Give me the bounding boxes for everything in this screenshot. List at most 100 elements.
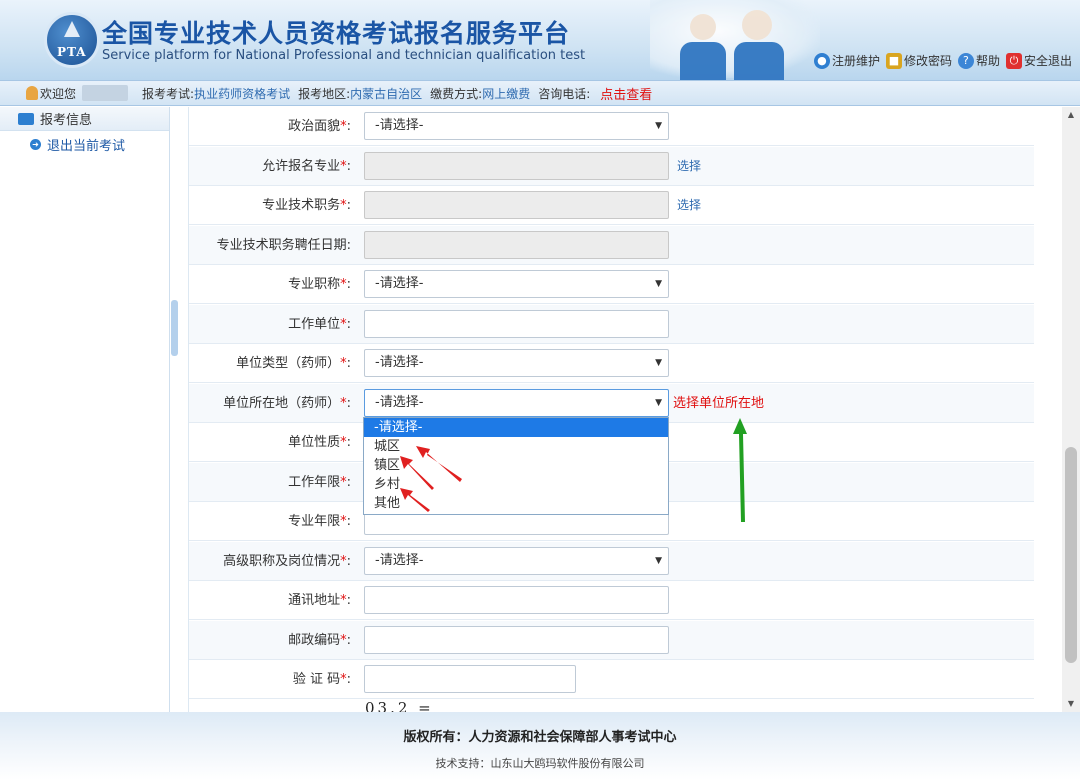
pay-value: 网上缴费 — [482, 86, 531, 101]
link-label: 修改密码 — [903, 54, 952, 68]
form-row: 邮政编码*: — [189, 620, 1034, 660]
field-label: 政治面貌*: — [288, 119, 351, 134]
copyright-text: 版权所有：人力资源和社会保障部人事考试中心 — [403, 730, 677, 745]
region-label: 报考地区: — [298, 86, 351, 101]
change-password-link[interactable]: ■ 修改密码 — [885, 52, 952, 69]
logo-triangle-icon — [64, 21, 80, 37]
phone-view-link[interactable]: 点击查看 — [600, 84, 652, 103]
sidebar-item-label: 报考信息 — [40, 113, 93, 128]
select-value: -请选择- — [375, 355, 424, 370]
scroll-down-arrow-icon[interactable]: ▼ — [1062, 696, 1080, 712]
dropdown-arrow-icon: ▼ — [655, 121, 662, 131]
select-value: -请选择- — [375, 394, 424, 410]
tech-support-text: 技术支持：山东山大鸥玛软件股份有限公司 — [435, 757, 645, 770]
top-links: ● 注册维护 ■ 修改密码 ? 帮助 ⏻ 安全退出 — [813, 52, 1072, 69]
form-row: 验 证 码*: 03.2 = — [189, 660, 1034, 712]
globe-icon: ● — [813, 52, 830, 69]
dropdown-option[interactable]: 其他 — [364, 494, 668, 513]
form-row: 允许报名专业*: 选择 — [189, 146, 1034, 186]
welcome-text: 欢迎您 — [40, 86, 77, 101]
scrollbar-thumb[interactable] — [1065, 447, 1077, 663]
dropdown-option[interactable]: -请选择- — [364, 418, 668, 437]
region-value: 内蒙古自治区 — [350, 86, 423, 101]
select-field[interactable]: -请选择- ▼ — [364, 349, 669, 377]
field-label: 工作单位*: — [288, 316, 351, 332]
user-icon — [26, 86, 38, 100]
field-label: 单位类型（药师）*: — [236, 356, 351, 371]
info-bar: 欢迎您 报考考试: 执业药师资格考试 报考地区: 内蒙古自治区 缴费方式: 网上… — [0, 80, 1080, 106]
form-row: 专业职称*: -请选择- ▼ — [189, 265, 1034, 304]
banner-person — [690, 14, 716, 40]
dropdown-arrow-icon: ▼ — [655, 555, 662, 566]
username-redacted — [82, 85, 129, 101]
form-row: 政治面貌*: -请选择- ▼ — [189, 107, 1034, 146]
disabled-field — [364, 191, 669, 219]
select-field[interactable]: -请选择- ▼ — [364, 270, 669, 298]
footer: 版权所有：人力资源和社会保障部人事考试中心 技术支持：山东山大鸥玛软件股份有限公… — [0, 712, 1080, 780]
phone-label: 咨询电话: — [538, 86, 591, 101]
lock-icon: ■ — [885, 52, 902, 69]
dropdown-arrow-icon: ▼ — [655, 279, 662, 289]
sidebar-collapse-handle[interactable] — [171, 300, 178, 356]
link-label: 安全退出 — [1023, 54, 1072, 68]
form-row: 高级职称及岗位情况*: -请选择- ▼ — [189, 541, 1034, 581]
pta-logo: PTA — [44, 12, 100, 68]
registration-form: 政治面貌*: -请选择- ▼ 允许报名专业*: 选择 专业技术职务*: 选择 专业技术职务聘任… — [188, 107, 1034, 712]
banner-person-shirt — [680, 42, 726, 80]
scroll-up-arrow-icon[interactable]: ▲ — [1062, 107, 1080, 123]
field-label: 邮政编码*: — [288, 632, 351, 648]
field-label: 专业技术职务*: — [262, 198, 351, 213]
choose-link[interactable]: 选择 — [677, 186, 701, 225]
select-value: -请选择- — [375, 552, 424, 568]
text-input[interactable] — [364, 625, 669, 654]
field-label: 单位所在地（药师）*: — [223, 395, 351, 411]
dropdown-option[interactable]: 乡村 — [364, 475, 668, 494]
pay-label: 缴费方式: — [430, 86, 483, 101]
site-subtitle: Service platform for National Profession… — [102, 48, 586, 63]
select-value: -请选择- — [375, 276, 424, 291]
help-icon: ? — [957, 52, 974, 69]
form-row: 专业技术职务*: 选择 — [189, 186, 1034, 225]
text-input[interactable] — [364, 586, 669, 614]
banner-person — [742, 10, 772, 40]
power-icon: ⏻ — [1005, 52, 1022, 69]
captcha-image[interactable]: 03.2 = — [365, 699, 434, 712]
select-field[interactable]: -请选择- ▼ — [364, 388, 669, 417]
location-hint: 选择单位所在地 — [673, 395, 765, 411]
form-row: 通讯地址*: — [189, 581, 1034, 620]
logout-link[interactable]: ⏻ 安全退出 — [1005, 52, 1072, 69]
field-label: 验 证 码*: — [292, 672, 351, 687]
help-link[interactable]: ? 帮助 — [957, 52, 1000, 69]
location-dropdown-list: -请选择- 城区 镇区 乡村 其他 — [363, 417, 669, 515]
sidebar-item-registration-info[interactable]: 报考信息 — [0, 107, 169, 131]
exam-value: 执业药师资格考试 — [194, 86, 291, 101]
text-input[interactable] — [364, 309, 669, 338]
field-label: 专业年限*: — [288, 514, 351, 529]
vertical-scrollbar[interactable]: ▲ ▼ — [1062, 107, 1080, 712]
captcha-input[interactable] — [364, 665, 576, 693]
header-banner-image — [650, 0, 820, 80]
disabled-field — [364, 151, 669, 180]
dropdown-option[interactable]: 镇区 — [364, 456, 668, 475]
select-field[interactable]: -请选择- ▼ — [364, 112, 669, 140]
dropdown-arrow-icon: ▼ — [655, 397, 662, 408]
sidebar: 报考信息 ➜ 退出当前考试 — [0, 107, 170, 712]
monitor-icon — [18, 112, 34, 125]
field-label: 单位性质*: — [288, 435, 351, 450]
dropdown-arrow-icon: ▼ — [655, 358, 662, 368]
dropdown-option[interactable]: 城区 — [364, 437, 668, 456]
header: PTA 全国专业技术人员资格考试报名服务平台 Service platform … — [0, 0, 1080, 80]
arrow-right-circle-icon: ➜ — [30, 138, 41, 150]
form-row: 工作单位*: — [189, 304, 1034, 344]
disabled-field — [364, 230, 669, 259]
sidebar-item-label: 退出当前考试 — [47, 138, 126, 154]
link-label: 注册维护 — [831, 54, 880, 68]
select-field[interactable]: -请选择- ▼ — [364, 546, 669, 575]
field-label: 通讯地址*: — [288, 593, 351, 608]
exam-label: 报考考试: — [142, 86, 195, 101]
register-maintain-link[interactable]: ● 注册维护 — [813, 52, 880, 69]
sidebar-item-exit-exam[interactable]: ➜ 退出当前考试 — [0, 131, 169, 157]
field-label: 专业技术职务聘任日期: — [216, 237, 351, 253]
choose-link[interactable]: 选择 — [677, 147, 701, 186]
field-label: 专业职称*: — [288, 277, 351, 292]
